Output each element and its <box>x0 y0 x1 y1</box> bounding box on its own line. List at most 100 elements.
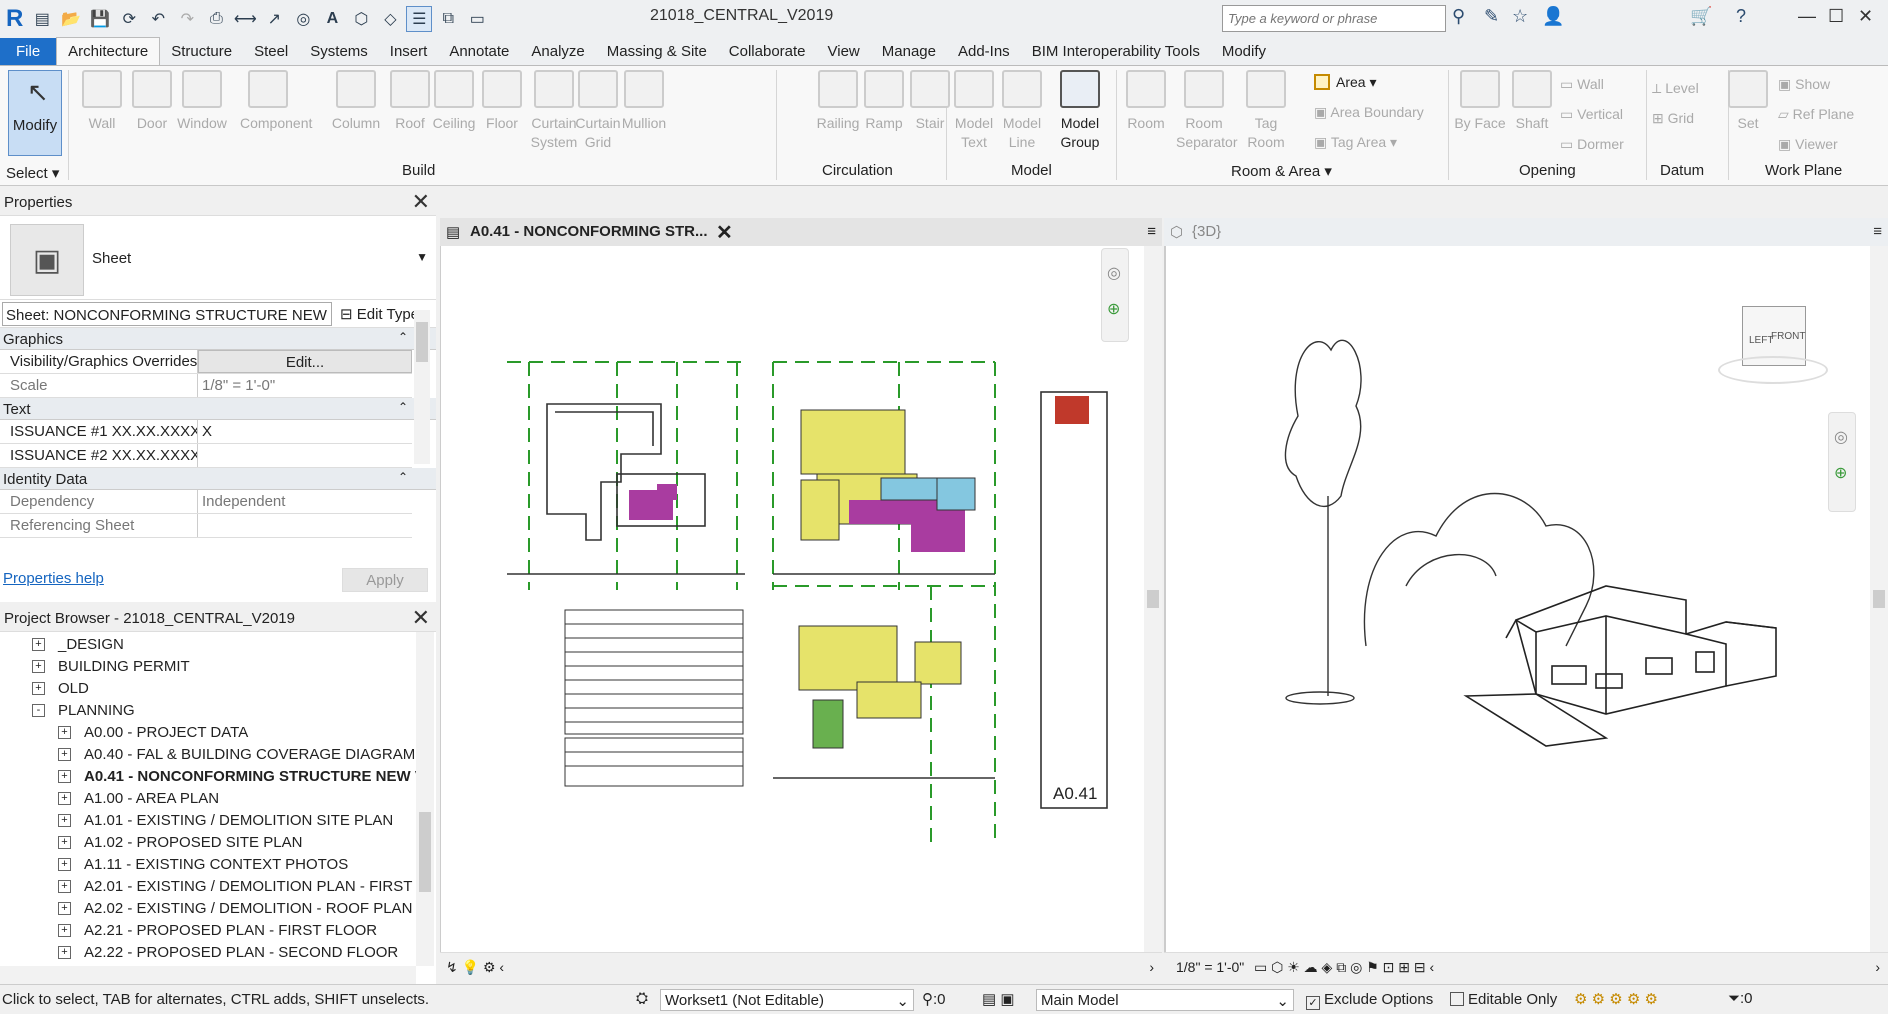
property-value[interactable]: Edit... <box>198 350 412 373</box>
instance-filter-dropdown[interactable]: Sheet: NONCONFORMING STRUCTURE NEW W ⌄ <box>2 302 332 326</box>
room-tool[interactable]: Room <box>1118 70 1174 133</box>
favorites-icon[interactable]: ☆ <box>1512 6 1528 27</box>
tab-analyze[interactable]: Analyze <box>520 38 595 65</box>
sheet-canvas[interactable]: A0.41 ◎ ⊕ <box>440 246 1162 952</box>
shaft-tool[interactable]: Shaft <box>1504 70 1560 133</box>
print-icon[interactable]: ⎙ <box>203 6 229 32</box>
collapse-icon[interactable]: ⌃ <box>398 400 408 414</box>
tab-annotate[interactable]: Annotate <box>438 38 520 65</box>
wall-opening-tool[interactable]: ▭ Wall <box>1560 76 1604 93</box>
properties-scrollbar[interactable] <box>414 310 430 464</box>
zoom-icon[interactable]: ⊕ <box>1834 463 1847 483</box>
properties-help-link[interactable]: Properties help <box>3 570 104 587</box>
viewcube-compass[interactable] <box>1718 356 1828 384</box>
browser-item[interactable]: + A2.01 - EXISTING / DEMOLITION PLAN - FI… <box>0 876 436 898</box>
group-identity-data[interactable]: Identity Data ⌃ <box>0 468 436 490</box>
tag-icon[interactable]: ◎ <box>290 6 316 32</box>
search-input[interactable] <box>1222 5 1446 32</box>
expand-icon[interactable]: + <box>58 836 71 849</box>
tab-menu-icon[interactable]: ≡ <box>1873 223 1882 240</box>
tab-systems[interactable]: Systems <box>299 38 379 65</box>
tab-structure[interactable]: Structure <box>160 38 243 65</box>
expand-icon[interactable]: + <box>58 902 71 915</box>
browser-item[interactable]: + A2.21 - PROPOSED PLAN - FIRST FLOOR <box>0 920 436 942</box>
tab-view[interactable]: View <box>817 38 871 65</box>
type-selector[interactable]: ▣ Sheet ▼ <box>0 216 436 300</box>
dormer-tool[interactable]: ▭ Dormer <box>1560 136 1624 153</box>
vertical-opening-tool[interactable]: ▭ Vertical <box>1560 106 1623 123</box>
browser-item[interactable]: + A1.00 - AREA PLAN <box>0 788 436 810</box>
expand-icon[interactable]: + <box>32 682 45 695</box>
level-tool[interactable]: ⟂ Level <box>1652 80 1699 97</box>
tab-collaborate[interactable]: Collaborate <box>718 38 817 65</box>
minimize-icon[interactable]: — <box>1798 6 1816 27</box>
zoom-icon[interactable]: ⊕ <box>1107 299 1120 319</box>
tab-insert[interactable]: Insert <box>379 38 439 65</box>
model-line-tool[interactable]: Model Line <box>994 70 1050 152</box>
navigation-bar-3d[interactable]: ◎ ⊕ <box>1828 412 1856 512</box>
editable-only-checkbox[interactable]: Editable Only <box>1450 991 1557 1008</box>
browser-item[interactable]: + A1.01 - EXISTING / DEMOLITION SITE PLAN <box>0 810 436 832</box>
browser-item[interactable]: + OLD <box>0 678 436 700</box>
apply-button[interactable]: Apply <box>342 568 428 592</box>
steering-wheel-icon[interactable]: ◎ <box>1834 427 1848 447</box>
help-icon[interactable]: ? <box>1736 6 1746 27</box>
expand-icon[interactable]: + <box>58 924 71 937</box>
mullion-tool[interactable]: Mullion <box>616 70 672 133</box>
collapse-icon[interactable]: ⌃ <box>398 470 408 484</box>
area-tool[interactable]: Area ▾ <box>1314 74 1377 91</box>
scroll-right-icon[interactable]: › <box>1875 959 1880 975</box>
collapse-icon[interactable]: - <box>32 704 45 717</box>
browser-item[interactable]: + A0.41 - NONCONFORMING STRUCTURE NEW V <box>0 766 436 788</box>
tab-add-ins[interactable]: Add-Ins <box>947 38 1021 65</box>
tab-architecture[interactable]: Architecture <box>56 37 161 65</box>
workset-dropdown[interactable]: Workset1 (Not Editable) ⌄ <box>660 989 914 1011</box>
browser-item[interactable]: + A1.02 - PROPOSED SITE PLAN <box>0 832 436 854</box>
collapse-icon[interactable]: ⌃ <box>398 330 408 344</box>
chevron-down-icon[interactable]: ▼ <box>416 250 428 264</box>
group-text[interactable]: Text ⌃ <box>0 398 436 420</box>
tab-sheet-view[interactable]: ▤ A0.41 - NONCONFORMING STR... ✕ ≡ <box>440 218 1162 246</box>
set-tool[interactable]: Set <box>1720 70 1776 133</box>
browser-vscrollbar[interactable] <box>416 632 434 966</box>
component-tool[interactable]: Component <box>240 70 312 133</box>
selection-options-icons[interactable]: ⚙ ⚙ ⚙ ⚙ ⚙ <box>1574 990 1658 1008</box>
cart-icon[interactable]: 🛒 <box>1690 6 1712 27</box>
scale-label[interactable]: 1/8" = 1'-0" <box>1176 959 1244 975</box>
wall-tool[interactable]: Wall <box>74 70 130 133</box>
property-value[interactable]: X <box>198 420 412 443</box>
tag-room-tool[interactable]: Tag Room <box>1238 70 1294 152</box>
redo-icon[interactable]: ↷ <box>174 6 200 32</box>
tab-manage[interactable]: Manage <box>871 38 947 65</box>
3d-view-icon[interactable]: ⬡ <box>348 6 374 32</box>
thin-lines-icon[interactable]: ☰ <box>406 6 433 32</box>
close-icon[interactable]: ✕ <box>412 605 430 631</box>
open-icon[interactable]: 📂 <box>58 6 84 32</box>
expand-icon[interactable]: + <box>32 638 45 651</box>
exclude-options-checkbox[interactable]: ✓ Exclude Options <box>1306 991 1433 1010</box>
design-option-dropdown[interactable]: Main Model ⌄ <box>1036 989 1294 1011</box>
view-control-icons[interactable]: ↯ 💡 ⚙ ‹ <box>446 959 504 976</box>
expand-icon[interactable]: + <box>58 858 71 871</box>
tab-menu-icon[interactable]: ≡ <box>1147 223 1156 240</box>
group-graphics[interactable]: Graphics ⌃ <box>0 328 436 350</box>
window-tool[interactable]: Window <box>174 70 230 133</box>
property-value[interactable]: Independent <box>198 490 412 513</box>
steering-wheel-icon[interactable]: ◎ <box>1107 263 1121 283</box>
close-tab-icon[interactable]: ✕ <box>716 220 733 245</box>
panel-label-room-area[interactable]: Room & Area ▾ <box>1231 162 1332 180</box>
room-separator-tool[interactable]: Room Separator <box>1176 70 1237 152</box>
tab-steel[interactable]: Steel <box>243 38 299 65</box>
edit-type-button[interactable]: ⊟ Edit Type <box>340 305 419 323</box>
tab-massing-site[interactable]: Massing & Site <box>596 38 718 65</box>
column-tool[interactable]: Column <box>328 70 384 133</box>
tab-3d-view[interactable]: ⬡ {3D} ≡ <box>1164 218 1888 246</box>
ref-plane-tool[interactable]: ▱ Ref Plane <box>1778 106 1854 123</box>
close-icon[interactable]: ✕ <box>1858 6 1873 27</box>
sync-icon[interactable]: ⟳ <box>116 6 142 32</box>
tab-modify[interactable]: Modify <box>1211 38 1277 65</box>
close-hidden-icon[interactable]: ⧉ <box>435 6 461 32</box>
app-menu-icon[interactable]: ▤ <box>29 6 55 32</box>
filter-icon[interactable]: ⏷:0 <box>1728 990 1753 1007</box>
property-value[interactable]: 1/8" = 1'-0" <box>198 374 412 397</box>
